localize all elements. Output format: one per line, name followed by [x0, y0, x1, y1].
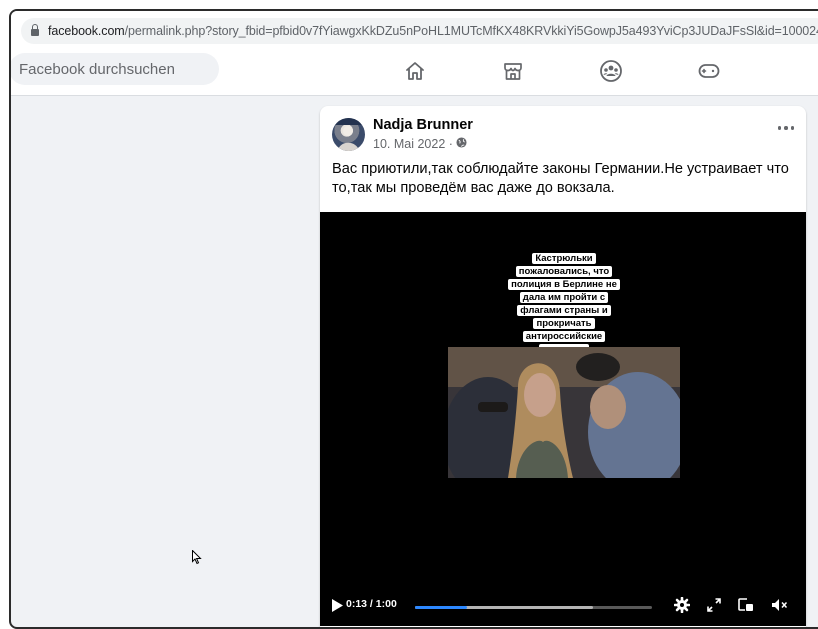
lock-icon [31, 24, 39, 36]
author-name[interactable]: Nadja Brunner [373, 117, 473, 133]
dot-icon [790, 126, 794, 130]
dot-icon [777, 126, 781, 130]
video-time: 0:13 / 1:00 [346, 598, 397, 610]
post-text: Вас приютили,так соблюдайте законы Герма… [332, 161, 789, 196]
groups-icon[interactable] [596, 56, 626, 86]
url-host: facebook.com [48, 24, 125, 38]
more-options-button[interactable] [777, 126, 794, 130]
search-input[interactable]: Facebook durchsuchen [11, 53, 219, 85]
home-icon[interactable] [400, 56, 430, 86]
video-caption: Кастрюльки пожаловались, что полиция в Б… [503, 252, 625, 356]
miniplayer-icon[interactable] [738, 598, 754, 617]
settings-icon[interactable] [673, 596, 691, 618]
post-date[interactable]: 10. Mai 2022 · [373, 137, 453, 151]
url-text: facebook.com/permalink.php?story_fbid=pf… [48, 24, 818, 38]
volume-muted-icon[interactable] [771, 598, 788, 617]
browser-window: facebook.com/permalink.php?story_fbid=pf… [9, 9, 818, 629]
video-progress-bar[interactable] [415, 606, 652, 609]
mouse-cursor-icon [192, 549, 202, 570]
url-field[interactable]: facebook.com/permalink.php?story_fbid=pf… [21, 18, 818, 44]
video-played [415, 606, 468, 609]
play-icon[interactable] [332, 599, 343, 617]
post-card: Nadja Brunner 10. Mai 2022 · Вас приютил… [320, 106, 806, 627]
facebook-header: Facebook durchsuchen [11, 47, 818, 96]
address-bar: facebook.com/permalink.php?story_fbid=pf… [11, 11, 818, 47]
globe-icon [456, 137, 467, 151]
dot-icon [784, 126, 788, 130]
avatar[interactable] [332, 118, 365, 151]
url-path: /permalink.php?story_fbid=pfbid0v7fYiawg… [124, 24, 818, 38]
video-player[interactable]: Кастрюльки пожаловались, что полиция в Б… [320, 212, 806, 626]
video-controls: 0:13 / 1:00 [320, 588, 806, 626]
marketplace-icon[interactable] [498, 56, 528, 86]
post-meta: 10. Mai 2022 · [373, 137, 467, 151]
fullscreen-icon[interactable] [707, 598, 721, 617]
video-caption-text: Кастрюльки пожаловались, что полиция в Б… [508, 253, 620, 355]
video-frame [448, 347, 680, 478]
gaming-icon[interactable] [694, 56, 724, 86]
